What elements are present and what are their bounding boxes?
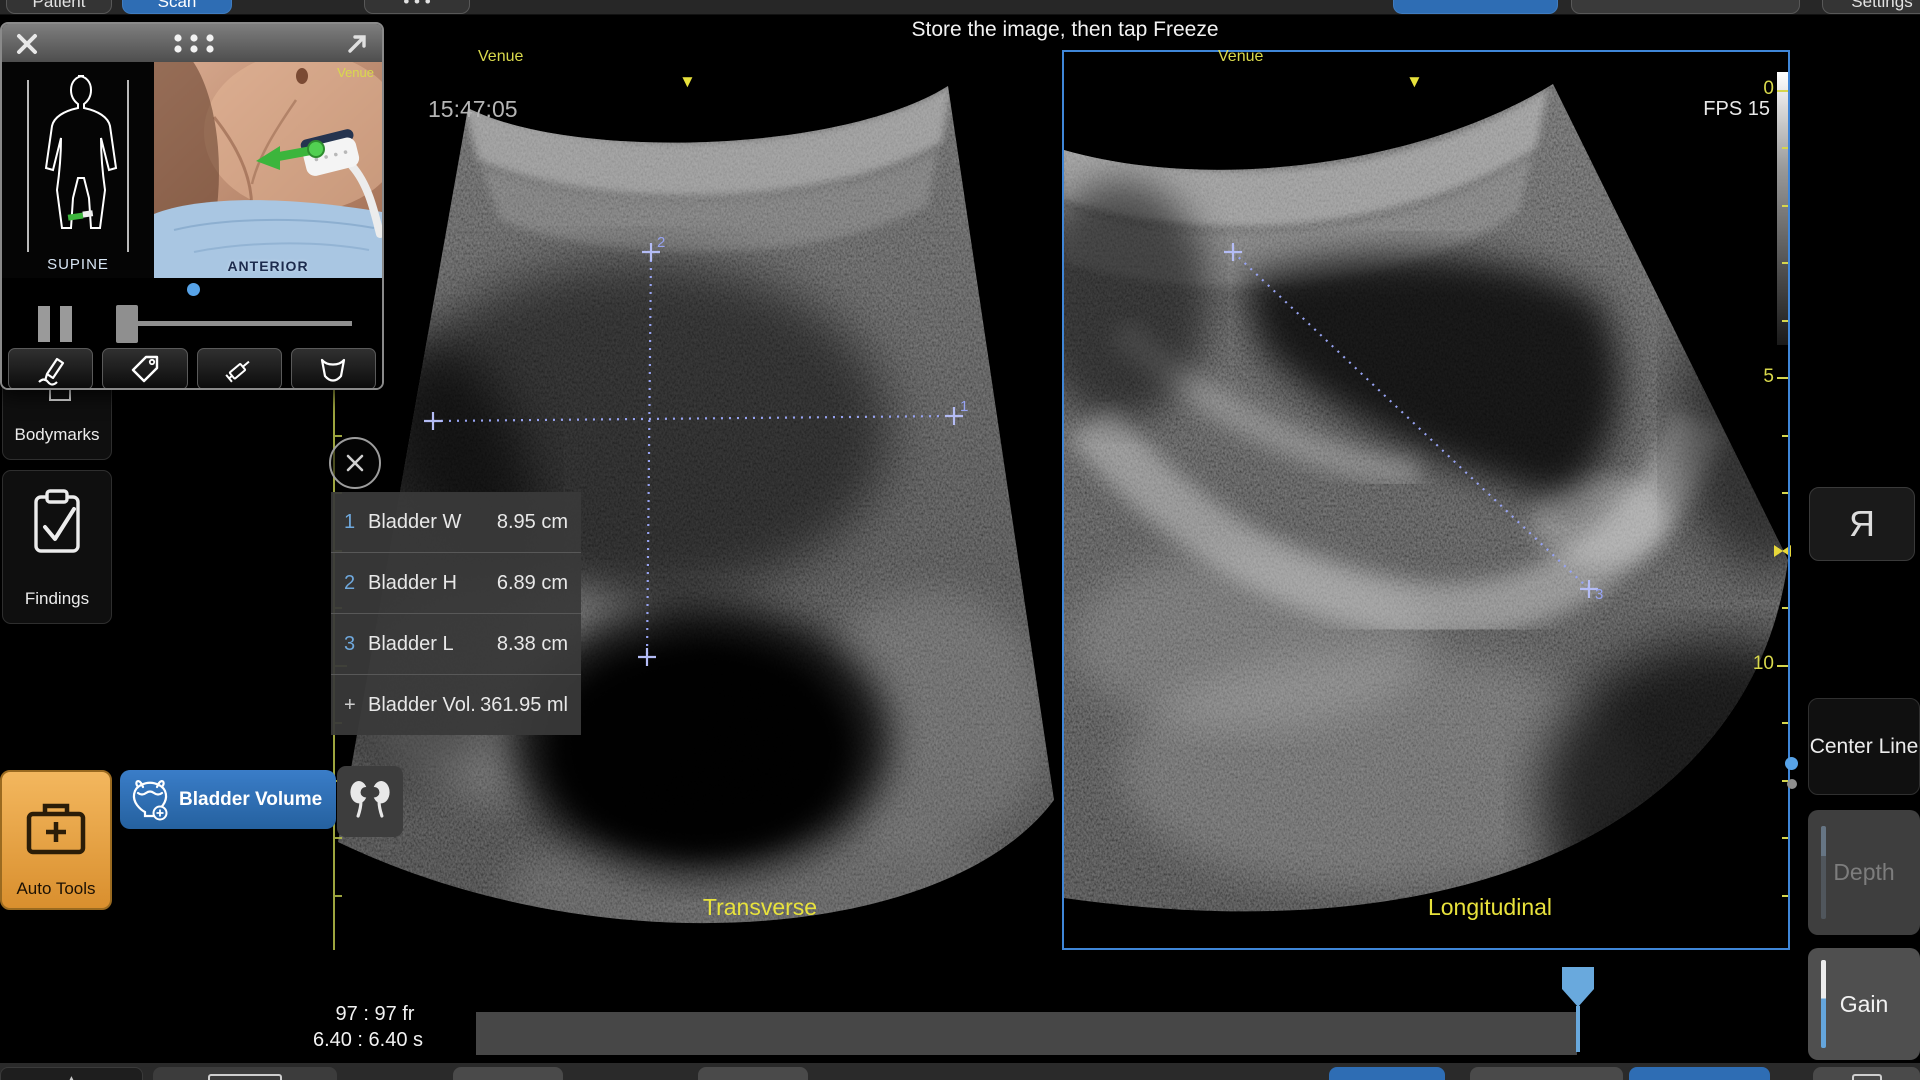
flip-orientation-button[interactable]: Я — [1809, 487, 1915, 561]
body-outline-figure — [2, 62, 154, 278]
panel-header[interactable] — [2, 24, 382, 62]
panel-pager — [2, 278, 382, 300]
bladder-volume-button[interactable]: Bladder Volume — [120, 770, 336, 829]
status-message: Store the image, then tap Freeze — [740, 18, 1390, 42]
bottom-blue-button-1[interactable] — [1329, 1067, 1445, 1080]
keyboard-button[interactable] — [153, 1067, 337, 1080]
anterior-label: ANTERIOR — [154, 258, 382, 274]
depth-button[interactable]: Depth — [1808, 810, 1920, 935]
drag-handle-icon[interactable] — [170, 32, 218, 54]
bottom-button-3[interactable] — [1470, 1067, 1623, 1080]
depth-tick-10: 10 — [1734, 653, 1774, 675]
close-icon[interactable] — [14, 31, 40, 57]
up-arrow-icon: ▲ — [1, 1074, 142, 1080]
probe-position-view[interactable]: Venue ANTERIOR — [154, 62, 382, 278]
bodymark-supine-view[interactable]: SUPINE — [2, 62, 154, 278]
tab-patient[interactable]: Patient — [6, 0, 112, 14]
center-line-button[interactable]: Center Line — [1808, 698, 1920, 795]
acquisition-time: 15:47:05 — [428, 96, 518, 123]
pen-icon — [33, 352, 69, 386]
top-toolbar: Patient Scan • • • Settings — [0, 0, 1920, 15]
image-edge-handle-blue[interactable] — [1785, 757, 1798, 770]
depth-slider — [1821, 826, 1826, 919]
findings-clipboard-icon — [29, 487, 85, 559]
image-edge-handle-gray[interactable] — [1787, 779, 1797, 789]
depth-tick-0: 0 — [1734, 78, 1774, 100]
bladder-icon — [129, 778, 171, 822]
more-menu-button[interactable]: • • • — [364, 0, 470, 14]
expand-icon[interactable] — [344, 31, 370, 57]
transverse-venue-label: Venue — [478, 48, 523, 66]
frame-counter: 97 : 97 fr — [290, 1003, 460, 1026]
settings-button[interactable]: Settings — [1822, 0, 1920, 14]
longitudinal-image-selection-border[interactable] — [1062, 50, 1790, 950]
kidneys-icon — [342, 774, 398, 830]
measurement-row-bladder-h[interactable]: 2 Bladder H 6.89 cm — [331, 553, 581, 614]
longitudinal-orientation-marker: ▼ — [1406, 72, 1423, 92]
needle-button[interactable] — [197, 348, 282, 390]
probe-illustration — [154, 62, 382, 278]
depth-tick-5: 5 — [1734, 366, 1774, 388]
cine-progress-track[interactable] — [476, 1012, 1577, 1055]
collapse-panel-button[interactable]: ▲ — [0, 1067, 143, 1080]
bottom-toolbar: ▲ — [0, 1063, 1920, 1080]
pause-icon[interactable] — [60, 306, 72, 342]
store-print-button[interactable] — [1813, 1067, 1920, 1080]
panel-venue-label: Venue — [337, 65, 374, 80]
measurement-results-panel: 1 Bladder W 8.95 cm 2 Bladder H 6.89 cm … — [331, 492, 581, 735]
transverse-label: Transverse — [610, 894, 910, 921]
gain-slider — [1821, 960, 1826, 1048]
tag-icon — [127, 352, 163, 386]
probe-fan-icon — [315, 352, 351, 386]
pager-dot[interactable] — [187, 283, 200, 296]
measurement-row-bladder-w[interactable]: 1 Bladder W 8.95 cm — [331, 492, 581, 553]
top-right-gray-button[interactable] — [1571, 0, 1800, 14]
time-counter: 6.40 : 6.40 s — [283, 1029, 453, 1052]
cine-speed-slider-track[interactable] — [138, 321, 352, 326]
probe-button[interactable] — [291, 348, 376, 390]
caliper-3-number: 3 — [1595, 586, 1603, 603]
cine-playhead[interactable] — [1560, 966, 1596, 1054]
caliper-1-number: 1 — [960, 398, 968, 415]
top-right-blue-button[interactable] — [1393, 0, 1558, 14]
bottom-blue-button-2[interactable] — [1629, 1067, 1770, 1080]
supine-label: SUPINE — [2, 256, 154, 273]
keyboard-icon — [208, 1074, 282, 1080]
bodymark-probe-panel[interactable]: SUPINE — [0, 22, 384, 390]
longitudinal-venue-label: Venue — [1218, 48, 1263, 66]
close-measurements-button[interactable] — [329, 437, 381, 489]
cine-speed-slider-handle[interactable] — [116, 305, 138, 343]
measurement-row-bladder-l[interactable]: 3 Bladder L 8.38 cm — [331, 614, 581, 675]
fps-indicator: FPS 15 — [1680, 98, 1770, 121]
pause-icon[interactable] — [38, 306, 50, 342]
findings-button[interactable]: Findings — [2, 470, 112, 624]
close-icon — [344, 452, 366, 474]
transverse-orientation-marker: ▼ — [679, 72, 696, 92]
tab-scan[interactable]: Scan — [122, 0, 232, 14]
bottom-button-1[interactable] — [453, 1067, 563, 1080]
label-tag-button[interactable] — [102, 348, 187, 390]
syringe-icon — [221, 352, 257, 386]
annotate-pen-button[interactable] — [8, 348, 93, 390]
auto-tools-button[interactable]: Auto Tools — [0, 770, 112, 910]
longitudinal-label: Longitudinal — [1340, 894, 1640, 921]
printer-icon — [1852, 1074, 1882, 1080]
bottom-button-2[interactable] — [698, 1067, 808, 1080]
measurement-row-bladder-vol[interactable]: + Bladder Vol. 361.95 ml — [331, 675, 581, 735]
toolbox-icon — [19, 792, 93, 862]
kidneys-tool-button[interactable] — [337, 766, 403, 837]
gain-button[interactable]: Gain — [1808, 948, 1920, 1060]
caliper-2-number: 2 — [657, 234, 665, 251]
